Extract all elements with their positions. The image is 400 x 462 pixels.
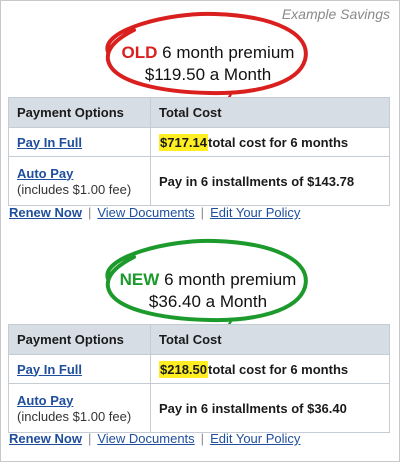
old-full-amount: $717.14 bbox=[159, 133, 208, 151]
header-payment-options: Payment Options bbox=[8, 97, 151, 128]
old-full-cost-text: total cost for 6 months bbox=[208, 134, 349, 150]
table-row: Auto Pay (includes $1.00 fee) Pay in 6 in… bbox=[8, 156, 390, 206]
old-action-links: Renew Now | View Documents | Edit Your Polic… bbox=[9, 205, 300, 220]
old-bubble-text: OLD 6 month premium $119.50 a Month bbox=[98, 42, 318, 86]
link-separator: | bbox=[87, 205, 92, 220]
option-cell: Auto Pay (includes $1.00 fee) bbox=[8, 383, 151, 433]
link-separator: | bbox=[87, 431, 92, 446]
new-renew-now-link[interactable]: Renew Now bbox=[9, 431, 82, 446]
old-auto-pay-cost: Pay in 6 installments of $143.78 bbox=[159, 173, 355, 189]
table-row: Pay In Full $218.50total cost for 6 mont… bbox=[8, 354, 390, 384]
new-bubble-text: NEW 6 month premium $36.40 a Month bbox=[98, 269, 318, 313]
new-auto-pay-link[interactable]: Auto Pay bbox=[17, 393, 73, 408]
table-header-row: Payment Options Total Cost bbox=[8, 324, 390, 355]
header-total-cost: Total Cost bbox=[150, 97, 390, 128]
option-cell: Auto Pay (includes $1.00 fee) bbox=[8, 156, 151, 206]
new-full-amount: $218.50 bbox=[159, 360, 208, 378]
cost-cell: Pay in 6 installments of $36.40 bbox=[150, 383, 390, 433]
option-cell: Pay In Full bbox=[8, 127, 151, 157]
new-tag: NEW bbox=[119, 270, 160, 289]
new-full-cost-text: total cost for 6 months bbox=[208, 361, 349, 377]
cost-cell: $717.14total cost for 6 months bbox=[150, 127, 390, 157]
cost-cell: Pay in 6 installments of $143.78 bbox=[150, 156, 390, 206]
table-row: Auto Pay (includes $1.00 fee) Pay in 6 in… bbox=[8, 383, 390, 433]
table-row: Pay In Full $717.14total cost for 6 mont… bbox=[8, 127, 390, 157]
old-headline-line: OLD 6 month premium bbox=[98, 42, 318, 64]
old-monthly: $119.50 a Month bbox=[144, 65, 272, 84]
option-cell: Pay In Full bbox=[8, 354, 151, 384]
new-auto-pay-fee: (includes $1.00 fee) bbox=[17, 408, 132, 424]
old-headline: 6 month premium bbox=[162, 43, 295, 62]
header-payment-options: Payment Options bbox=[8, 324, 151, 355]
new-auto-pay-cost: Pay in 6 installments of $36.40 bbox=[159, 400, 347, 416]
new-view-documents-link[interactable]: View Documents bbox=[97, 431, 194, 446]
old-pay-in-full-link[interactable]: Pay In Full bbox=[17, 135, 82, 150]
old-view-documents-link[interactable]: View Documents bbox=[97, 205, 194, 220]
new-headline-line: NEW 6 month premium bbox=[98, 269, 318, 291]
table-header-row: Payment Options Total Cost bbox=[8, 97, 390, 128]
link-separator: | bbox=[200, 205, 205, 220]
new-action-links: Renew Now | View Documents | Edit Your Polic… bbox=[9, 431, 300, 446]
header-total-cost: Total Cost bbox=[150, 324, 390, 355]
old-renew-now-link[interactable]: Renew Now bbox=[9, 205, 82, 220]
new-edit-policy-link[interactable]: Edit Your Policy bbox=[210, 431, 300, 446]
old-auto-pay-link[interactable]: Auto Pay bbox=[17, 166, 73, 181]
old-auto-pay-fee: (includes $1.00 fee) bbox=[17, 181, 132, 197]
new-monthly: $36.40 a Month bbox=[148, 292, 268, 311]
new-pay-in-full-link[interactable]: Pay In Full bbox=[17, 362, 82, 377]
new-payment-table: Payment Options Total Cost Pay In Full $… bbox=[8, 324, 390, 433]
cost-cell: $218.50total cost for 6 months bbox=[150, 354, 390, 384]
old-payment-table: Payment Options Total Cost Pay In Full $… bbox=[8, 97, 390, 206]
old-tag: OLD bbox=[121, 43, 158, 62]
old-edit-policy-link[interactable]: Edit Your Policy bbox=[210, 205, 300, 220]
link-separator: | bbox=[200, 431, 205, 446]
new-headline: 6 month premium bbox=[164, 270, 297, 289]
